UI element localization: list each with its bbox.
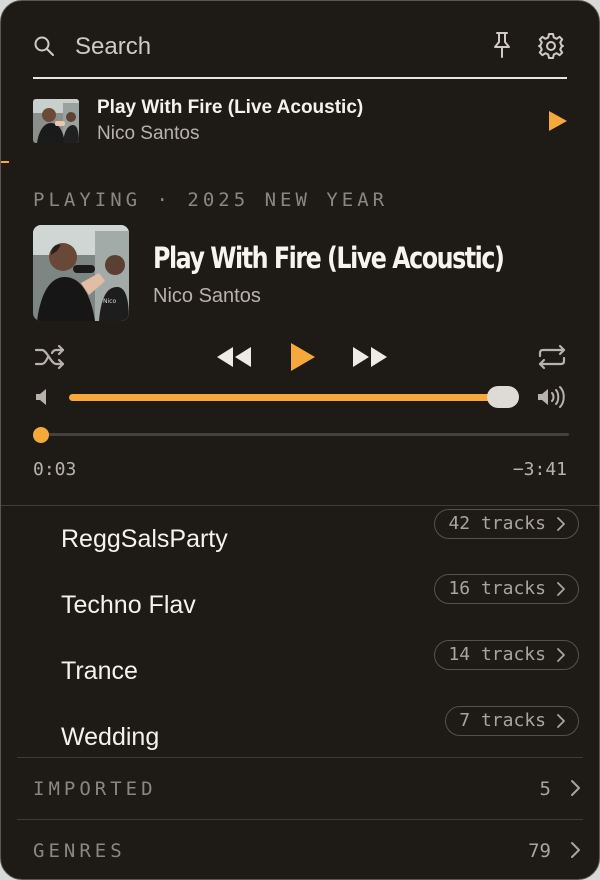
- play-icon[interactable]: [289, 341, 317, 373]
- track-count: 16 tracks: [448, 578, 546, 599]
- track-count-badge[interactable]: 7 tracks: [445, 706, 579, 736]
- category-label: IMPORTED: [33, 778, 157, 800]
- category-genres[interactable]: GENRES 79: [17, 819, 583, 879]
- music-widget-panel: Play With Fire (Live Acoustic) Nico Sant…: [0, 0, 600, 880]
- shuffle-icon[interactable]: [34, 343, 66, 371]
- search-icon: [34, 36, 54, 56]
- playlist-item[interactable]: Techno Flav 16 tracks: [17, 571, 583, 637]
- previous-icon[interactable]: [215, 345, 253, 369]
- track-count: 14 tracks: [448, 644, 546, 665]
- track-count-badge[interactable]: 42 tracks: [434, 509, 579, 539]
- svg-text:Nico: Nico: [103, 298, 116, 305]
- elapsed-time: 0:03: [33, 459, 77, 480]
- volume-slider-thumb[interactable]: [487, 386, 519, 408]
- progress-track[interactable]: [41, 433, 569, 436]
- track-count-badge[interactable]: 16 tracks: [434, 574, 579, 604]
- track-title: Play With Fire (Live Acoustic): [153, 241, 505, 275]
- volume-slider-track[interactable]: [69, 394, 513, 401]
- chevron-right-icon: [571, 780, 580, 796]
- progress-thumb[interactable]: [33, 427, 49, 443]
- mini-track-artist: Nico Santos: [97, 123, 200, 144]
- volume-low-icon: [36, 389, 46, 405]
- volume-high-icon: [538, 386, 565, 408]
- track-artist: Nico Santos: [153, 285, 261, 307]
- playlist-name: Techno Flav: [61, 591, 196, 619]
- chevron-right-icon: [557, 714, 565, 728]
- album-art: Nico: [33, 225, 129, 321]
- active-indicator: [1, 161, 9, 163]
- track-count: 42 tracks: [448, 513, 546, 534]
- category-count: 5: [539, 778, 551, 800]
- mini-album-art: [33, 99, 79, 143]
- search-input[interactable]: [73, 31, 437, 63]
- repeat-icon[interactable]: [536, 343, 568, 371]
- gear-icon[interactable]: [537, 32, 565, 60]
- chevron-right-icon: [557, 648, 565, 662]
- playlist-item[interactable]: ReggSalsParty 42 tracks: [17, 505, 583, 571]
- playlist-name: ReggSalsParty: [61, 525, 228, 553]
- track-count: 7 tracks: [459, 710, 546, 731]
- track-count-badge[interactable]: 14 tracks: [434, 640, 579, 670]
- playlist-item[interactable]: Trance 14 tracks: [17, 637, 583, 703]
- category-imported[interactable]: IMPORTED 5: [17, 757, 583, 820]
- chevron-right-icon: [557, 517, 565, 531]
- playlist-name: Trance: [61, 657, 138, 685]
- mini-play-icon[interactable]: [547, 109, 569, 133]
- remaining-time: −3:41: [512, 459, 567, 480]
- mini-player[interactable]: Play With Fire (Live Acoustic) Nico Sant…: [33, 97, 569, 145]
- mini-track-title: Play With Fire (Live Acoustic): [97, 97, 364, 118]
- chevron-right-icon: [557, 582, 565, 596]
- category-count: 79: [528, 840, 551, 862]
- next-icon[interactable]: [351, 345, 389, 369]
- category-label: GENRES: [33, 840, 126, 862]
- pin-icon[interactable]: [489, 31, 515, 59]
- now-playing-label: PLAYING · 2025 NEW YEAR: [33, 189, 389, 211]
- chevron-right-icon: [571, 842, 580, 858]
- search-bar: [33, 29, 567, 79]
- playlist-name: Wedding: [61, 723, 160, 751]
